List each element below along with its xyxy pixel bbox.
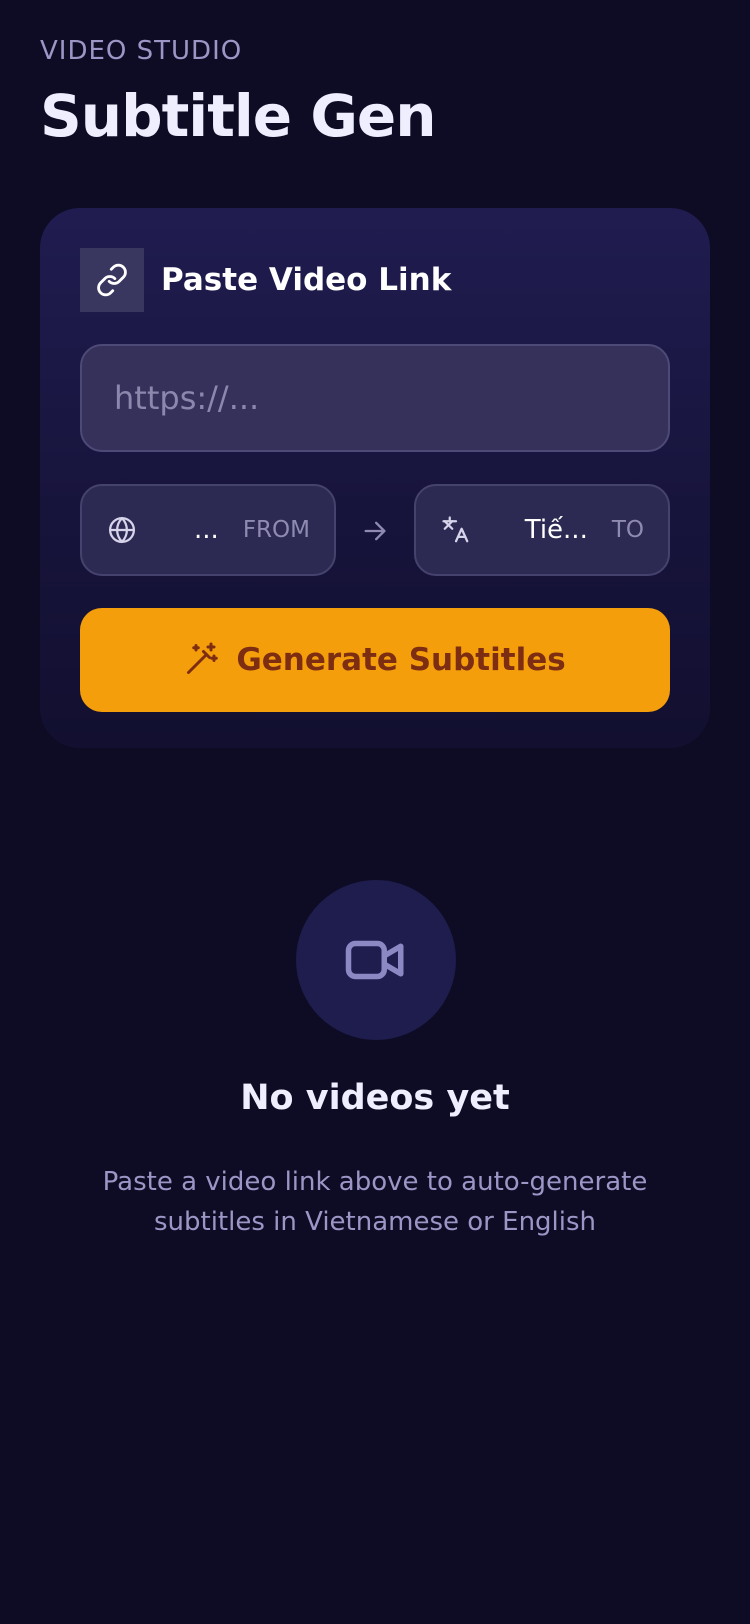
page-title: Subtitle Gen (40, 82, 437, 150)
magic-wand-icon (184, 641, 220, 680)
paste-link-card: Paste Video Link ... FROM (40, 208, 710, 748)
link-icon (80, 248, 144, 312)
target-language-select[interactable]: Tiế... TO (414, 484, 670, 576)
source-language-value: ... (194, 515, 219, 545)
generate-button-label: Generate Subtitles (236, 642, 566, 678)
empty-state-title: No videos yet (240, 1078, 510, 1118)
target-language-value: Tiế... (524, 515, 588, 545)
translate-icon (440, 514, 472, 546)
card-header: Paste Video Link (80, 248, 451, 312)
generate-subtitles-button[interactable]: Generate Subtitles (80, 608, 670, 712)
card-title: Paste Video Link (161, 262, 452, 298)
globe-icon (106, 514, 138, 546)
app-screen: VIDEO STUDIO Subtitle Gen Paste Video Li… (0, 0, 750, 1624)
target-language-label: TO (611, 517, 644, 543)
video-url-input[interactable] (80, 344, 670, 452)
source-language-select[interactable]: ... FROM (80, 484, 336, 576)
arrow-right-icon (358, 514, 392, 548)
source-language-label: FROM (242, 517, 310, 543)
section-overline: VIDEO STUDIO (40, 36, 243, 66)
video-camera-icon (296, 880, 456, 1040)
empty-state-description: Paste a video link above to auto-generat… (102, 1167, 648, 1237)
